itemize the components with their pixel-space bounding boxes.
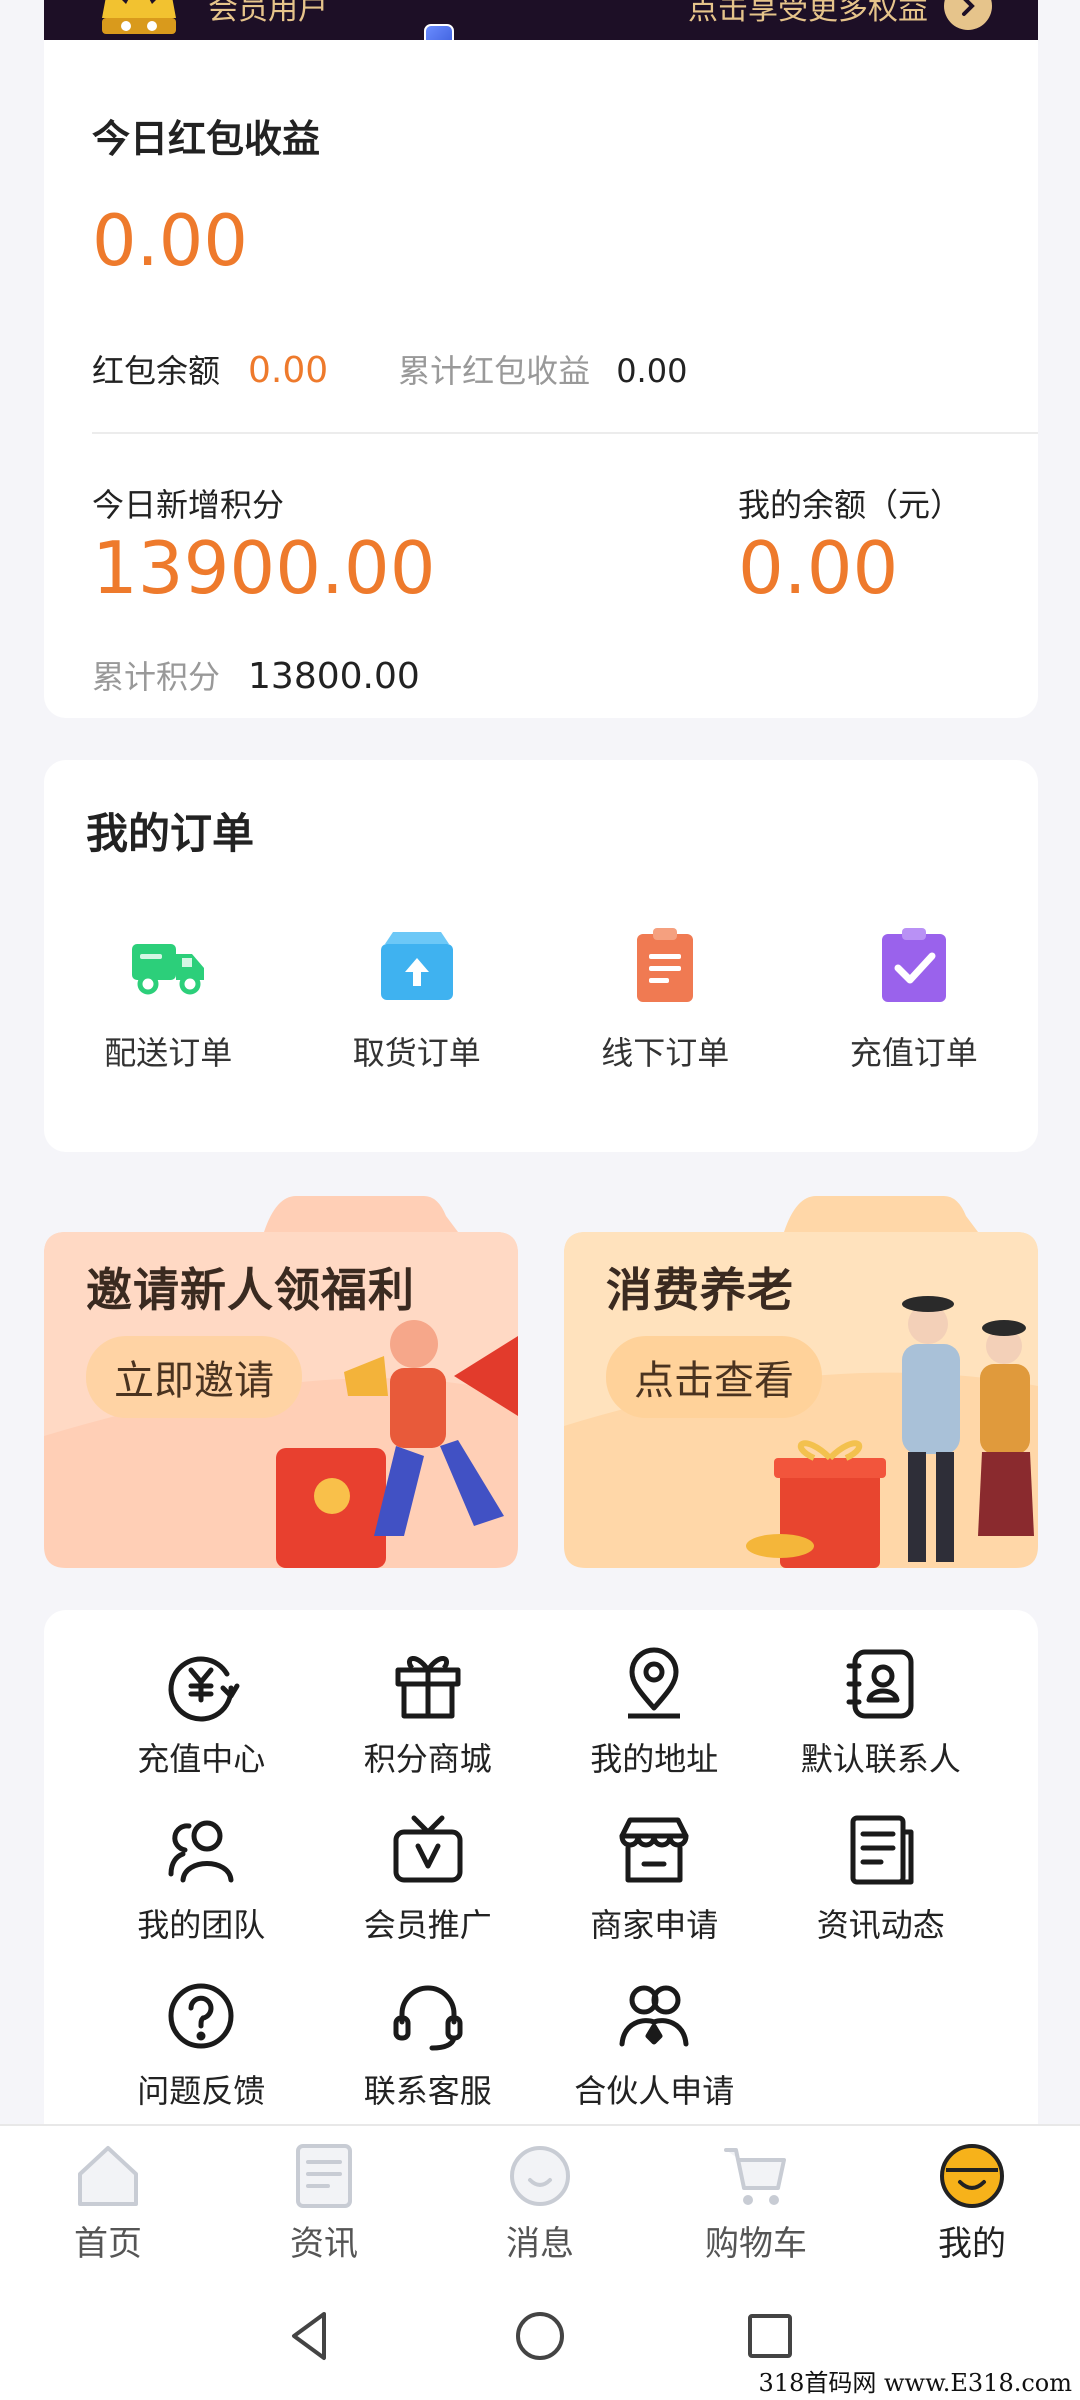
profile-page: 会员用户 点击享受更多权益 今日红包收益 0.00 红包余额 0.00 累计红包… [0,0,1080,2400]
chevron-right-icon[interactable] [944,0,992,30]
cart-icon [724,2148,786,2205]
member-benefits-link[interactable]: 点击享受更多权益 [688,0,928,28]
contact-book-icon [846,1649,914,1719]
cumulative-points-label: 累计积分 [92,658,221,696]
home-icon [78,2146,138,2206]
earnings-card: 今日红包收益 0.00 红包余额 0.00 累计红包收益 0.00 今日新增积分… [44,40,1038,718]
service-merchant-apply[interactable]: 商家申请 [541,1810,768,1946]
news-document-icon [850,1815,914,1885]
redpacket-cumulative-label: 累计红包收益 [398,352,591,390]
question-icon [168,1983,234,2049]
bottom-tab-bar: 首页 资讯 消息 购物车 我的 [0,2124,1080,2276]
orders-card: 我的订单 配送订单 取货订单 线下订单 充值订单 [44,760,1038,1152]
recents-square-icon[interactable] [740,2306,800,2366]
service-label: 商家申请 [590,1906,719,1944]
order-recharge-label: 充值订单 [849,1034,978,1072]
crown-icon [102,0,176,34]
back-icon[interactable] [280,2306,340,2366]
service-partner-apply[interactable]: 合伙人申请 [541,1976,768,2112]
redpacket-cumulative-value: 0.00 [616,352,688,390]
service-label: 问题反馈 [137,2072,266,2110]
today-points-label: 今日新增积分 [92,486,285,524]
clipboard-check-icon [881,928,946,1002]
tab-mine[interactable]: 我的 [864,2126,1080,2276]
service-points-mall[interactable]: 积分商城 [315,1644,542,1780]
service-label: 我的地址 [590,1740,719,1778]
watermark: 318首码网 www.E318.com [758,2369,1072,2397]
system-navigation-bar: 318首码网 www.E318.com [0,2276,1080,2400]
service-label: 联系客服 [363,2072,492,2110]
redpacket-summary-row: 红包余额 0.00 累计红包收益 0.00 [92,346,687,392]
service-my-team[interactable]: 我的团队 [88,1810,315,1946]
home-circle-icon[interactable] [510,2306,570,2366]
service-feedback[interactable]: 问题反馈 [88,1976,315,2112]
tab-label: 首页 [74,2224,142,2264]
service-my-address[interactable]: 我的地址 [541,1644,768,1780]
message-icon [510,2146,570,2206]
team-icon [168,1820,234,1883]
order-recharge[interactable]: 充值订单 [790,926,1039,1074]
invite-promo-banner[interactable]: 邀请新人领福利 立即邀请 [44,1196,518,1568]
store-icon [619,1817,689,1883]
headset-icon [393,1985,463,2051]
service-label: 我的团队 [137,1906,266,1944]
order-offline[interactable]: 线下订单 [541,926,790,1074]
today-points-value: 13900.00 [92,526,436,610]
redpacket-balance-label: 红包余额 [92,352,221,390]
service-label: 积分商城 [363,1740,492,1778]
invite-promo-title: 邀请新人领福利 [86,1263,415,1317]
tab-label: 购物车 [705,2224,807,2264]
truck-icon [132,944,205,995]
tab-label: 资讯 [290,2224,358,2264]
vip-tv-icon [393,1815,463,1883]
earnings-title: 今日红包收益 [92,117,321,161]
partner-icon [619,1985,689,2047]
pension-promo-banner[interactable]: 消费养老 点击查看 [564,1196,1038,1568]
today-redpacket-value: 0.00 [92,200,248,282]
profile-smile-icon [940,2144,1004,2208]
location-pin-icon [628,1647,681,1719]
services-grid: 充值中心 积分商城 我的地址 默认联系人 我的团队 会员推广 商家申请 资讯动态… [88,1644,994,2112]
services-card: 充值中心 积分商城 我的地址 默认联系人 我的团队 会员推广 商家申请 资讯动态… [44,1610,1038,2130]
order-pickup-label: 取货订单 [352,1034,481,1072]
yuan-refresh-icon [168,1656,240,1722]
tab-home[interactable]: 首页 [0,2126,216,2276]
service-default-contact[interactable]: 默认联系人 [768,1644,995,1780]
invite-now-button[interactable]: 立即邀请 [86,1336,302,1418]
cumulative-points-value: 13800.00 [248,656,420,697]
tab-cart[interactable]: 购物车 [648,2126,864,2276]
order-pickup[interactable]: 取货订单 [293,926,542,1074]
news-icon [296,2144,352,2208]
service-news[interactable]: 资讯动态 [768,1810,995,1946]
gift-icon [395,1656,461,1719]
service-label: 合伙人申请 [574,2072,735,2110]
service-member-promotion[interactable]: 会员推广 [315,1810,542,1946]
redpacket-balance-value: 0.00 [248,350,329,391]
orders-title: 我的订单 [86,809,255,858]
view-now-button[interactable]: 点击查看 [606,1336,822,1418]
order-delivery-label: 配送订单 [104,1034,233,1072]
member-name: 会员用户 [208,0,328,27]
tab-label: 消息 [506,2224,574,2264]
service-customer-support[interactable]: 联系客服 [315,1976,542,2112]
tab-messages[interactable]: 消息 [432,2126,648,2276]
my-balance-value[interactable]: 0.00 [738,526,898,610]
cumulative-points-row: 累计积分 13800.00 [92,652,420,698]
service-label: 默认联系人 [800,1740,961,1778]
order-offline-label: 线下订单 [601,1034,730,1072]
order-delivery[interactable]: 配送订单 [44,926,293,1074]
service-label: 充值中心 [137,1740,266,1778]
service-recharge-center[interactable]: 充值中心 [88,1644,315,1780]
tab-label: 我的 [938,2224,1006,2264]
tab-news[interactable]: 资讯 [216,2126,432,2276]
upload-box-icon [380,932,453,1000]
my-balance-label: 我的余额（元） [738,486,963,524]
pension-promo-title: 消费养老 [606,1263,794,1317]
clipboard-list-icon [637,928,694,1002]
service-label: 会员推广 [363,1906,492,1944]
divider [92,432,1038,434]
orders-grid: 配送订单 取货订单 线下订单 充值订单 [44,926,1038,1074]
service-label: 资讯动态 [816,1906,945,1944]
